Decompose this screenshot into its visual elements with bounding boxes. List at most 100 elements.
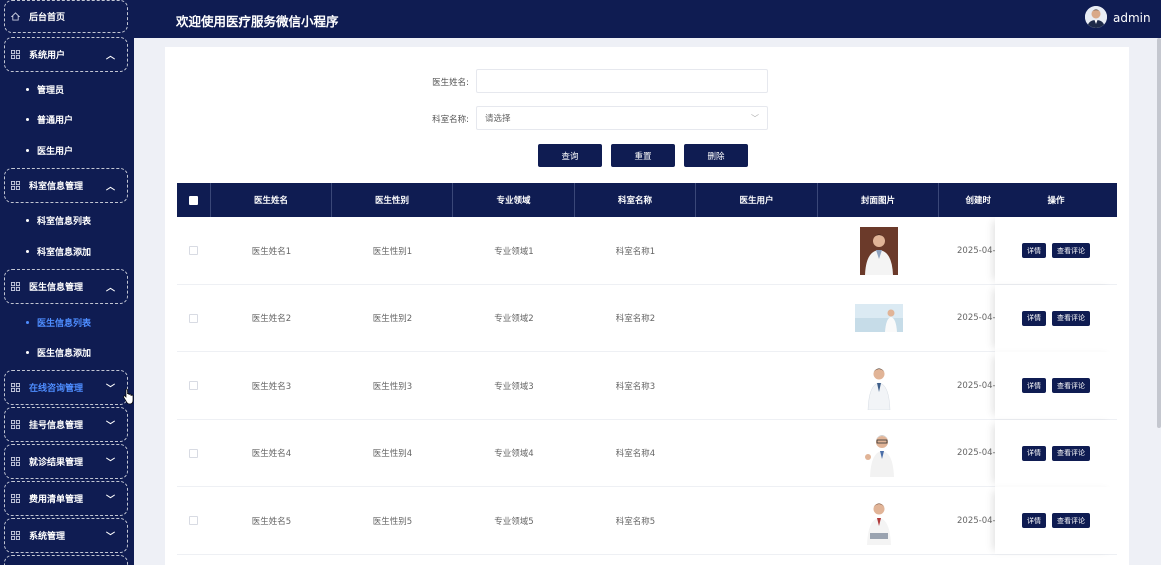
sidebar-group-system[interactable]: 系统管理 ﹀: [4, 518, 128, 553]
sidebar-group-label: 挂号信息管理: [29, 421, 84, 431]
cell-actions: 详情 查看评论: [995, 487, 1117, 554]
cell-field: 专业领域5: [494, 516, 534, 527]
column-header: 操作: [1047, 196, 1065, 206]
detail-button[interactable]: 详情: [1022, 378, 1046, 393]
dept-name-label: 科室名称:: [432, 115, 469, 125]
sidebar-item-dept-add[interactable]: 科室信息添加: [26, 244, 91, 258]
bullet-icon: [26, 148, 29, 152]
reset-button[interactable]: 重置: [611, 144, 675, 167]
cell-cover: [818, 217, 939, 284]
cell-actions: 详情 查看评论: [995, 217, 1117, 284]
sidebar-item-normal-users[interactable]: 普通用户: [26, 112, 73, 126]
cell-dept: 科室名称4: [615, 449, 656, 459]
view-comments-button[interactable]: 查看评论: [1052, 310, 1090, 326]
chevron-down-icon: ﹀: [105, 532, 115, 542]
sidebar-group-result[interactable]: 就诊结果管理 ﹀: [4, 444, 128, 479]
cell-field: 专业领域1: [494, 246, 534, 257]
content-card: 医生姓名: 科室名称: 请选择 ﹀ 查询 重置 删除 医生姓名 医生性别 专业领…: [165, 47, 1129, 565]
cell-user: [696, 352, 818, 419]
sidebar-group-dept-info[interactable]: 科室信息管理 ︿: [4, 168, 128, 203]
detail-button[interactable]: 详情: [1022, 445, 1046, 461]
view-comments-button[interactable]: 查看评论: [1052, 445, 1090, 461]
detail-button[interactable]: 详情: [1022, 513, 1046, 528]
row-checkbox[interactable]: [189, 516, 198, 525]
cell-created: 2025-04-: [957, 245, 995, 256]
doctor-photo[interactable]: [859, 496, 898, 545]
cell-gender: 医生性别1: [372, 246, 413, 257]
table-header: 医生姓名 医生性别 专业领域 科室名称 医生用户 封面图片 创建时 操作: [177, 183, 1117, 217]
table-row: 医生姓名1 医生性别1 专业领域1 科室名称1 2025-04- 详情 查看评论: [177, 217, 1117, 285]
sidebar-item-doctor-add[interactable]: 医生信息添加: [26, 345, 91, 359]
row-checkbox[interactable]: [189, 381, 198, 390]
cell-name: 医生姓名2: [251, 314, 292, 324]
cell-dept: 科室名称2: [615, 314, 656, 324]
select-all-checkbox[interactable]: [189, 196, 198, 205]
cell-created: 2025-04-: [957, 313, 995, 323]
bullet-icon: [26, 218, 29, 222]
grid-icon: [11, 383, 20, 392]
doctor-photo[interactable]: [859, 361, 898, 410]
bullet-icon: [26, 350, 29, 354]
cell-actions: 详情 查看评论: [995, 284, 1117, 352]
chevron-up-icon: ︿: [105, 283, 115, 293]
table-row: 医生姓名5 医生性别5 专业领域5 科室名称5 2025-04- 详情 查看评论: [177, 487, 1117, 555]
column-header: 科室名称: [575, 183, 696, 217]
sidebar-group-doctor-info[interactable]: 医生信息管理 ︿: [4, 269, 128, 304]
cell-actions: 详情 查看评论: [995, 352, 1117, 419]
sidebar-item-doctor-users[interactable]: 医生用户: [26, 143, 73, 157]
cell-dept: 科室名称1: [615, 246, 656, 257]
cell-name: 医生姓名1: [251, 246, 292, 257]
top-header: 欢迎使用医疗服务微信小程序 admin: [134, 0, 1161, 38]
sidebar-home-label: 后台首页: [29, 13, 66, 23]
sidebar-group-label: 科室信息管理: [29, 182, 84, 192]
table-row: 医生姓名4 医生性别4 专业领域4 科室名称4 2025-04- 详情 查看评论: [177, 419, 1117, 487]
view-comments-button[interactable]: 查看评论: [1052, 243, 1090, 258]
dept-select[interactable]: 请选择 ﹀: [476, 106, 768, 130]
sidebar-item-admin[interactable]: 管理员: [26, 82, 64, 96]
query-button[interactable]: 查询: [538, 144, 602, 167]
page-scrollbar[interactable]: [1157, 38, 1161, 428]
doctor-name-input[interactable]: [476, 69, 768, 93]
view-comments-button[interactable]: 查看评论: [1052, 513, 1090, 528]
cell-name: 医生姓名4: [251, 449, 292, 459]
sidebar-group-label: 系统管理: [29, 532, 66, 542]
hand-cursor-icon: [122, 388, 134, 409]
row-checkbox[interactable]: [189, 246, 198, 255]
sidebar: 后台首页 系统用户 ︿ 管理员 普通用户 医生用户 科室信息管理 ︿ 科室信息列…: [0, 0, 134, 565]
cell-created: 2025-04-: [957, 448, 995, 458]
cell-user: [696, 420, 818, 487]
avatar[interactable]: [1085, 6, 1107, 28]
cell-gender: 医生性别5: [372, 516, 413, 527]
sidebar-group-more[interactable]: [4, 555, 128, 565]
chevron-up-icon: ︿: [105, 51, 115, 61]
sidebar-group-label: 费用清单管理: [29, 495, 84, 505]
view-comments-button[interactable]: 查看评论: [1052, 378, 1090, 393]
page-title: 欢迎使用医疗服务微信小程序: [176, 14, 339, 29]
cell-gender: 医生性别2: [372, 314, 413, 324]
detail-button[interactable]: 详情: [1022, 310, 1046, 326]
chevron-down-icon: ﹀: [105, 458, 115, 468]
doctor-photo[interactable]: [859, 429, 898, 477]
cell-created: 2025-04-: [957, 380, 995, 391]
username[interactable]: admin: [1113, 11, 1151, 25]
sidebar-group-label: 医生信息管理: [29, 283, 84, 293]
sidebar-group-fees[interactable]: 费用清单管理 ﹀: [4, 481, 128, 516]
sidebar-group-system-users[interactable]: 系统用户 ︿: [4, 37, 128, 72]
column-header: 医生用户: [696, 183, 818, 217]
column-header: 创建时: [965, 196, 991, 206]
doctor-photo[interactable]: [859, 226, 898, 275]
row-checkbox[interactable]: [189, 313, 198, 323]
sidebar-group-consult[interactable]: 在线咨询管理 ﹀: [4, 370, 128, 405]
detail-button[interactable]: 详情: [1022, 243, 1046, 258]
table-row: 医生姓名2 医生性别2 专业领域2 科室名称2 2025-04- 详情 查看评论: [177, 284, 1117, 352]
grid-icon: [11, 181, 20, 190]
sidebar-item-doctor-list[interactable]: 医生信息列表: [26, 315, 91, 329]
sidebar-home[interactable]: 后台首页: [4, 0, 128, 33]
cell-field: 专业领域2: [494, 314, 534, 324]
row-checkbox[interactable]: [189, 448, 198, 458]
column-header: 封面图片: [818, 183, 939, 217]
sidebar-group-register[interactable]: 挂号信息管理 ﹀: [4, 407, 128, 442]
sidebar-item-dept-list[interactable]: 科室信息列表: [26, 213, 91, 227]
delete-button[interactable]: 删除: [684, 144, 748, 167]
doctor-photo[interactable]: [854, 304, 903, 332]
